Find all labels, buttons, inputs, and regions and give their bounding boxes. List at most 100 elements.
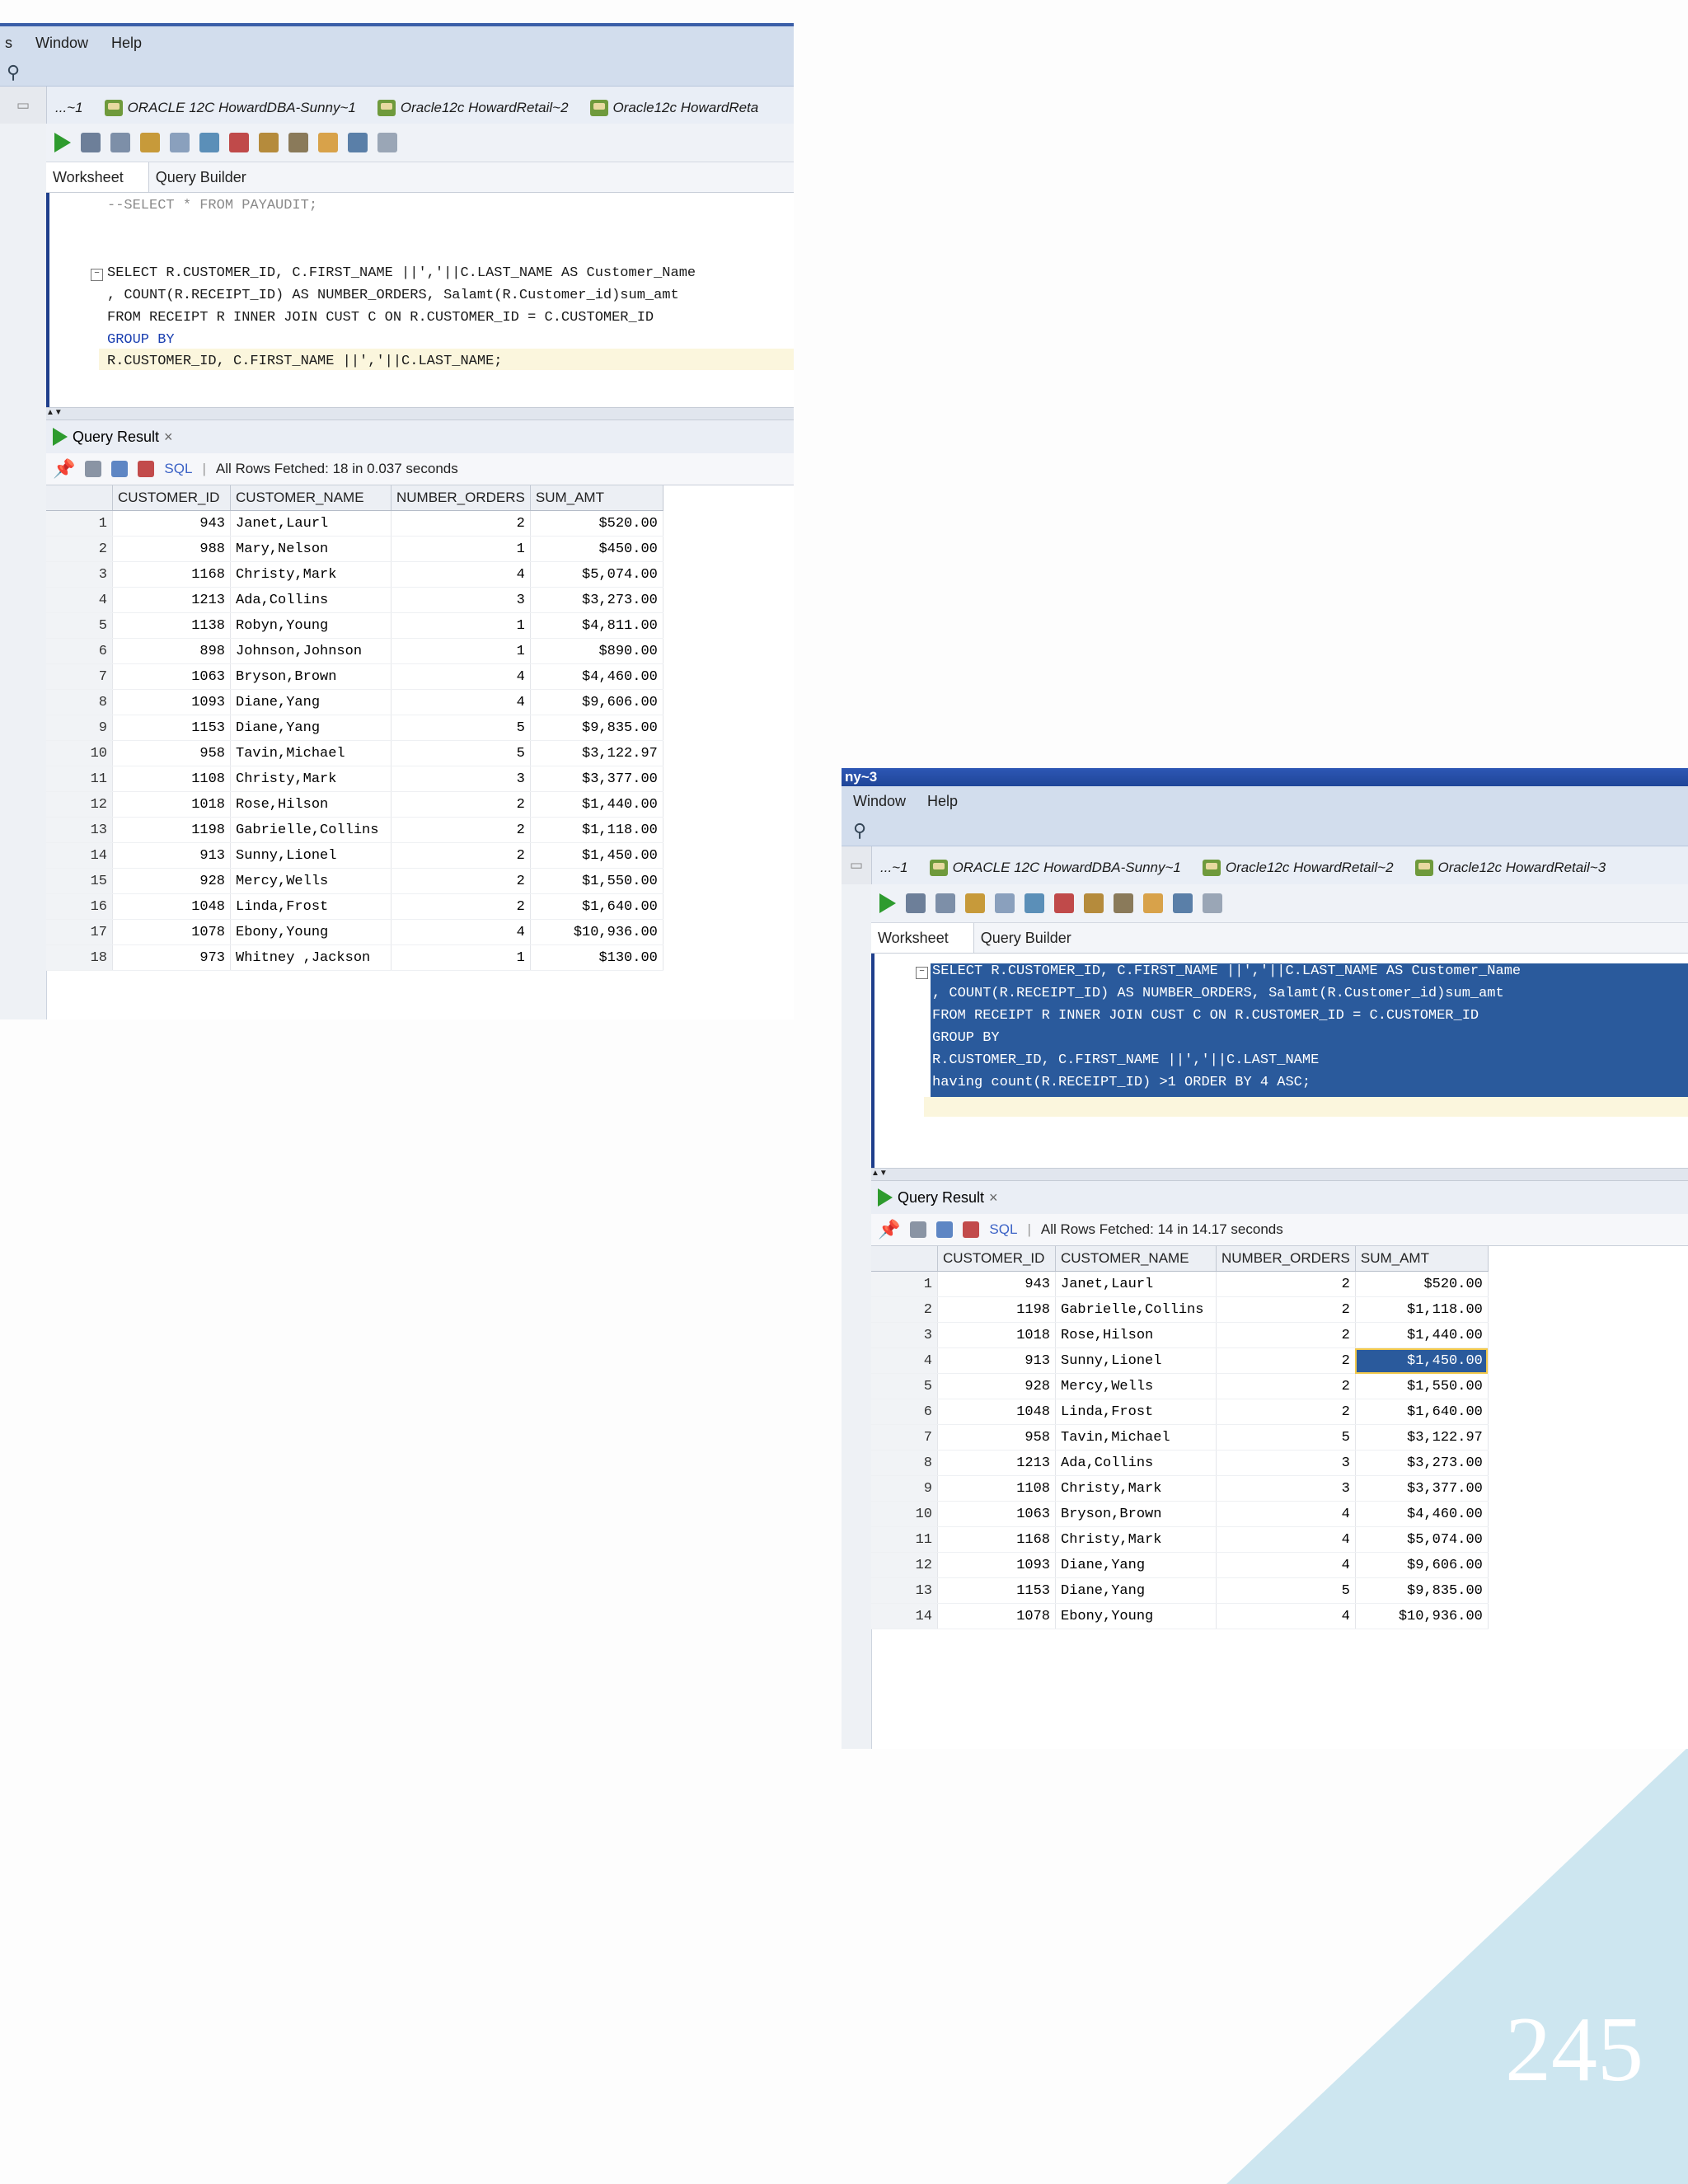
run-script-icon[interactable] — [906, 893, 926, 913]
binoculars-icon[interactable]: ⚲ — [7, 62, 20, 83]
number-orders-cell[interactable]: 1 — [391, 536, 531, 562]
tab-connection-retail-2[interactable]: Oracle12c HowardRetail~2 — [1194, 860, 1407, 884]
customer-id-cell[interactable]: 1108 — [937, 1475, 1056, 1502]
customer-name-cell[interactable]: Janet,Laurl — [230, 510, 392, 537]
table-row[interactable]: 4 1213 Ada,Collins 3 $3,273.00 — [46, 587, 663, 613]
customer-id-cell[interactable]: 973 — [112, 944, 231, 971]
number-orders-cell[interactable]: 2 — [391, 791, 531, 818]
customer-name-cell[interactable]: Mercy,Wells — [230, 868, 392, 894]
number-orders-cell[interactable]: 5 — [391, 715, 531, 741]
customer-name-cell[interactable]: Whitney ,Jackson — [230, 944, 392, 971]
customer-id-cell[interactable]: 1063 — [112, 663, 231, 690]
format-icon[interactable] — [259, 133, 279, 152]
table-row[interactable]: 8 1213 Ada,Collins 3 $3,273.00 — [871, 1450, 1489, 1476]
customer-id-cell[interactable]: 958 — [937, 1424, 1056, 1451]
sum-amt-cell[interactable]: $3,377.00 — [1355, 1475, 1489, 1502]
table-row[interactable]: 3 1018 Rose,Hilson 2 $1,440.00 — [871, 1322, 1489, 1348]
sum-amt-cell[interactable]: $9,606.00 — [1355, 1552, 1489, 1578]
table-row[interactable]: 2 988 Mary,Nelson 1 $450.00 — [46, 536, 663, 562]
autotrace-icon[interactable] — [199, 133, 219, 152]
sum-amt-cell[interactable]: $10,936.00 — [530, 919, 663, 945]
customer-id-cell[interactable]: 1018 — [937, 1322, 1056, 1348]
number-orders-cell[interactable]: 4 — [1216, 1526, 1356, 1553]
table-row[interactable]: 5 928 Mercy,Wells 2 $1,550.00 — [871, 1373, 1489, 1399]
customer-id-cell[interactable]: 898 — [112, 638, 231, 664]
table-row[interactable]: 14 1078 Ebony,Young 4 $10,936.00 — [871, 1603, 1489, 1629]
number-orders-cell[interactable]: 2 — [1216, 1271, 1356, 1297]
table-row[interactable]: 1 943 Janet,Laurl 2 $520.00 — [46, 510, 663, 537]
customer-id-cell[interactable]: 1153 — [112, 715, 231, 741]
run-script-icon[interactable] — [81, 133, 101, 152]
pin-icon[interactable]: 📌 — [878, 1219, 900, 1240]
customer-id-cell[interactable]: 1213 — [112, 587, 231, 613]
customer-name-cell[interactable]: Tavin,Michael — [230, 740, 392, 766]
customer-id-cell[interactable]: 1138 — [112, 612, 231, 639]
sql-button[interactable]: SQL — [989, 1221, 1017, 1238]
rollback-icon[interactable] — [965, 893, 985, 913]
column-header[interactable]: CUSTOMER_ID — [112, 485, 231, 511]
pin-icon[interactable]: 📌 — [53, 458, 75, 480]
panel-minimize-icon[interactable]: ▭ — [0, 87, 47, 124]
tab-query-result[interactable]: Query Result × — [46, 420, 794, 453]
customer-name-cell[interactable]: Gabrielle,Collins — [1055, 1296, 1217, 1323]
customer-name-cell[interactable]: Diane,Yang — [230, 689, 392, 715]
panel-minimize-icon[interactable]: ▭ — [842, 846, 872, 884]
customer-id-cell[interactable]: 943 — [937, 1271, 1056, 1297]
sum-amt-cell[interactable]: $450.00 — [530, 536, 663, 562]
table-row[interactable]: 3 1168 Christy,Mark 4 $5,074.00 — [46, 561, 663, 588]
number-orders-cell[interactable]: 4 — [391, 919, 531, 945]
table-row[interactable]: 6 1048 Linda,Frost 2 $1,640.00 — [871, 1399, 1489, 1425]
tab-connection-retail-2[interactable]: Oracle12c HowardRetail~2 — [369, 100, 582, 124]
table-row[interactable]: 15 928 Mercy,Wells 2 $1,550.00 — [46, 868, 663, 894]
sum-amt-cell[interactable]: $9,606.00 — [530, 689, 663, 715]
customer-id-cell[interactable]: 1153 — [937, 1577, 1056, 1604]
customer-id-cell[interactable]: 1018 — [112, 791, 231, 818]
sum-amt-cell[interactable]: $1,440.00 — [530, 791, 663, 818]
sum-amt-cell[interactable]: $3,377.00 — [530, 766, 663, 792]
customer-name-cell[interactable]: Gabrielle,Collins — [230, 817, 392, 843]
tab-connection-retail-3[interactable]: Oracle12c HowardReta — [582, 100, 772, 124]
column-header[interactable]: CUSTOMER_NAME — [1055, 1246, 1217, 1272]
customer-name-cell[interactable]: Bryson,Brown — [230, 663, 392, 690]
customer-id-cell[interactable]: 1168 — [937, 1526, 1056, 1553]
customer-id-cell[interactable]: 1108 — [112, 766, 231, 792]
table-row[interactable]: 1 943 Janet,Laurl 2 $520.00 — [871, 1271, 1489, 1297]
number-orders-cell[interactable]: 5 — [1216, 1424, 1356, 1451]
customer-name-cell[interactable]: Mercy,Wells — [1055, 1373, 1217, 1399]
table-row[interactable]: 13 1153 Diane,Yang 5 $9,835.00 — [871, 1577, 1489, 1604]
table-row[interactable]: 12 1093 Diane,Yang 4 $9,606.00 — [871, 1552, 1489, 1578]
table-row[interactable]: 12 1018 Rose,Hilson 2 $1,440.00 — [46, 791, 663, 818]
number-orders-cell[interactable]: 3 — [1216, 1450, 1356, 1476]
history-icon[interactable] — [1173, 893, 1193, 913]
menu-item-tools[interactable]: s — [5, 35, 12, 52]
table-row[interactable]: 14 913 Sunny,Lionel 2 $1,450.00 — [46, 842, 663, 869]
menu-item-window[interactable]: Window — [853, 793, 906, 810]
sum-amt-cell[interactable]: $3,273.00 — [530, 587, 663, 613]
number-orders-cell[interactable]: 3 — [391, 587, 531, 613]
collapse-icon[interactable]: − — [916, 967, 928, 979]
customer-name-cell[interactable]: Bryson,Brown — [1055, 1501, 1217, 1527]
number-orders-cell[interactable]: 3 — [391, 766, 531, 792]
sum-amt-cell[interactable]: $4,460.00 — [530, 663, 663, 690]
splitter[interactable]: ▲▼ — [46, 407, 794, 420]
table-row[interactable]: 10 958 Tavin,Michael 5 $3,122.97 — [46, 740, 663, 766]
commit-icon[interactable] — [110, 133, 130, 152]
commit-icon[interactable] — [935, 893, 955, 913]
customer-id-cell[interactable]: 1063 — [937, 1501, 1056, 1527]
sql-editor[interactable]: --SELECT * FROM PAYAUDIT; − SELECT R.CUS… — [46, 193, 794, 407]
eraser-icon[interactable] — [318, 133, 338, 152]
close-tab-icon[interactable]: × — [989, 1189, 998, 1207]
column-header[interactable]: CUSTOMER_ID — [937, 1246, 1056, 1272]
number-orders-cell[interactable]: 4 — [1216, 1603, 1356, 1629]
menu-item-help[interactable]: Help — [111, 35, 142, 52]
customer-name-cell[interactable]: Christy,Mark — [1055, 1475, 1217, 1502]
customer-name-cell[interactable]: Ebony,Young — [230, 919, 392, 945]
sum-amt-cell[interactable]: $1,450.00 — [530, 842, 663, 869]
customer-name-cell[interactable]: Rose,Hilson — [230, 791, 392, 818]
splitter[interactable]: ▲▼ — [871, 1168, 1688, 1181]
table-row[interactable]: 11 1108 Christy,Mark 3 $3,377.00 — [46, 766, 663, 792]
history-icon[interactable] — [348, 133, 368, 152]
unshared-icon[interactable] — [377, 133, 397, 152]
customer-name-cell[interactable]: Christy,Mark — [1055, 1526, 1217, 1553]
customer-id-cell[interactable]: 1078 — [937, 1603, 1056, 1629]
